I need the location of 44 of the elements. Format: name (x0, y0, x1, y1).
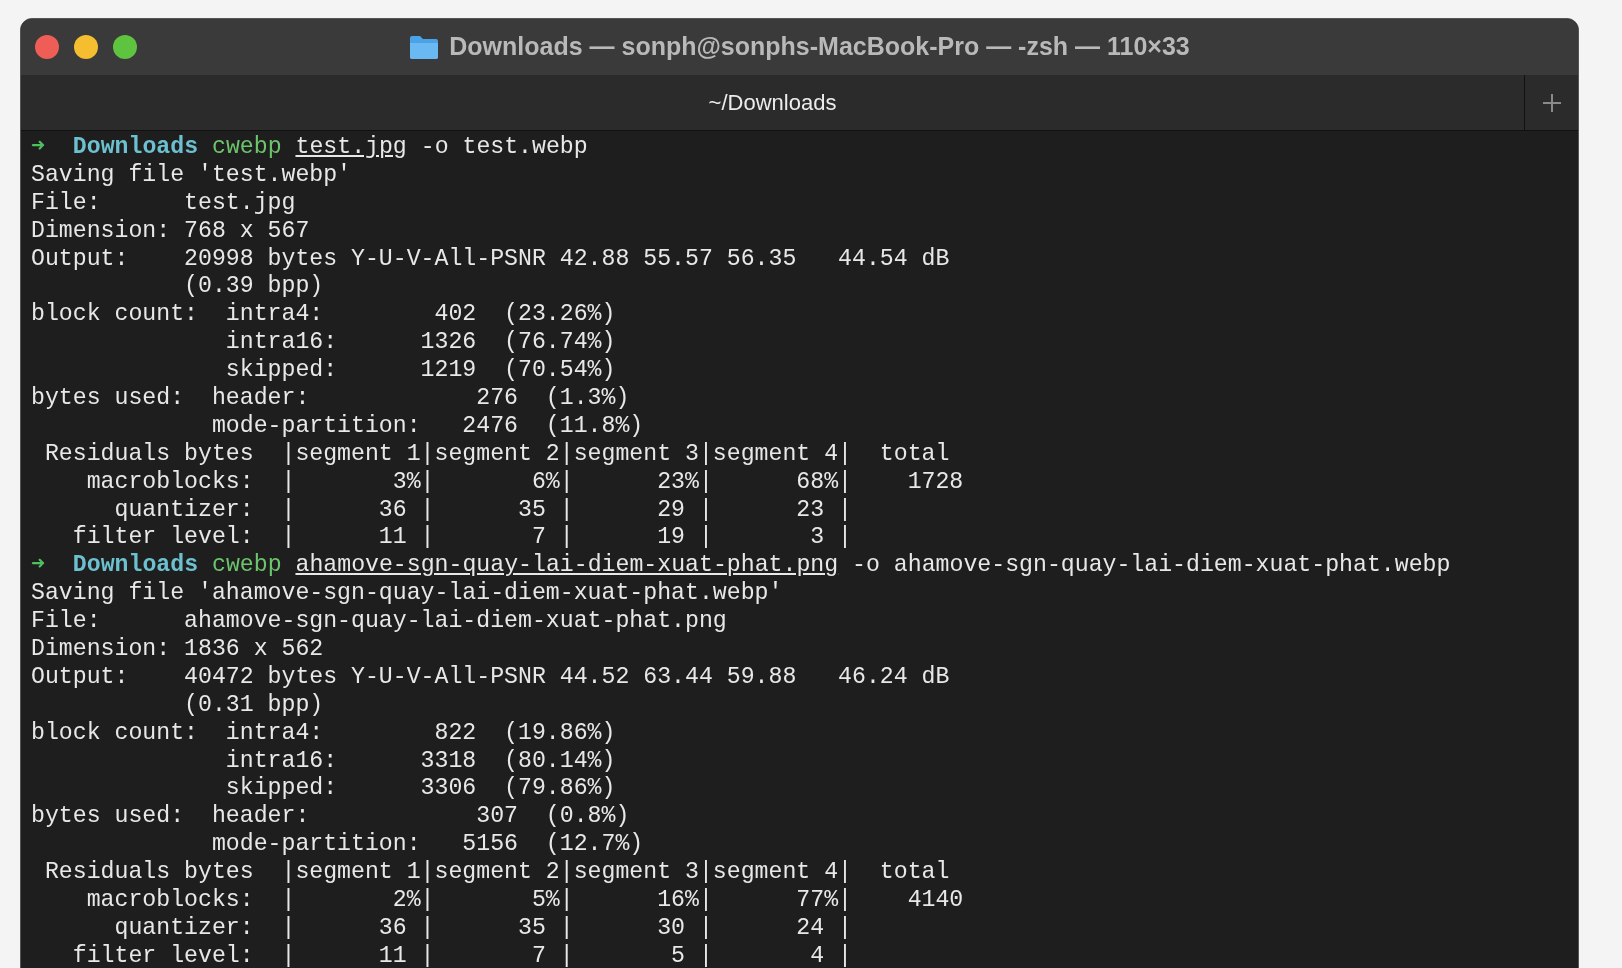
output-line: quantizer: | 36 | 35 | 30 | 24 | (113, 914, 852, 941)
folder-icon (409, 34, 440, 60)
output-line: bytes used: header: 276 (1.3%) (31, 385, 630, 411)
output-line: (0.31 bpp) (183, 691, 324, 718)
output-line: (0.39 bpp) (183, 273, 324, 300)
output-line: mode-partition: 5156 (12.7%) (210, 831, 644, 858)
output-line: block count: intra4: 822 (19.86%) (31, 719, 616, 746)
output-line: Dimension: 768 x 567 (31, 217, 310, 244)
close-button[interactable] (35, 35, 59, 59)
output-line: filter level: | 11 | 7 | 5 | 4 | (71, 942, 852, 968)
output-line: quantizer: | 36 | 35 | 29 | 23 | (113, 496, 852, 523)
output-line: Residuals bytes |segment 1|segment 2|segment 3|segment 4| total (43, 440, 950, 467)
output-line: block count: intra4: 402 (23.26%) (31, 301, 616, 328)
output-line: Output: 20998 bytes Y-U-V-All-PSNR 42.88 55.57 56.35 44.54 dB (31, 245, 950, 272)
prompt-arrow: ➜ (31, 552, 45, 579)
prompt-arrow: ➜ (31, 134, 45, 160)
file-path: ahamove-sgn-quay-lai-diem-xuat-phat.png (295, 552, 839, 579)
output-line: macroblocks: | 2%| 5%| 16%| 77%| 4140 (85, 887, 964, 914)
output-line: File: ahamove-sgn-quay-lai-diem-xuat-phat.png (31, 608, 727, 635)
output-line: skipped: 3306 (79.86%) (224, 775, 616, 802)
output-line: intra16: 1326 (76.74%) (224, 329, 616, 356)
output-line: bytes used: header: 307 (0.8%) (31, 803, 630, 830)
zoom-button[interactable] (113, 35, 137, 59)
prompt-directory: Downloads (72, 552, 199, 579)
command-name: cwebp (211, 134, 282, 160)
output-line: filter level: | 11 | 7 | 19 | 3 | (71, 524, 852, 551)
output-line: Residuals bytes |segment 1|segment 2|segment 3|segment 4| total (43, 859, 950, 886)
output-line: File: test.jpg (31, 189, 296, 216)
output-line: skipped: 1219 (70.54%) (224, 357, 616, 384)
window-title: Downloads — sonph@sonphs-MacBook-Pro — -zsh — 110×33 (449, 31, 1190, 63)
minimize-button[interactable] (74, 35, 98, 59)
output-line: mode-partition: 2476 (11.8%) (210, 412, 644, 439)
plus-icon (1541, 92, 1562, 113)
output-line: Saving file 'test.webp' (31, 161, 352, 188)
output-line: macroblocks: | 3%| 6%| 23%| 68%| 1728 (85, 468, 964, 495)
output-line: Dimension: 1836 x 562 (31, 636, 324, 663)
prompt-directory: Downloads (72, 134, 199, 160)
command-name: cwebp (211, 552, 282, 579)
file-path: test.jpg (295, 134, 407, 160)
command-arguments: -o test.webp (420, 134, 588, 160)
command-arguments: -o ahamove-sgn-quay-lai-diem-xuat-phat.webp (852, 552, 1451, 579)
output-line: Output: 40472 bytes Y-U-V-All-PSNR 44.52 63.44 59.88 46.24 dB (31, 663, 950, 690)
output-line: intra16: 3318 (80.14%) (224, 747, 616, 774)
output-line: Saving file 'ahamove-sgn-quay-lai-diem-xuat-phat.webp' (31, 580, 783, 607)
